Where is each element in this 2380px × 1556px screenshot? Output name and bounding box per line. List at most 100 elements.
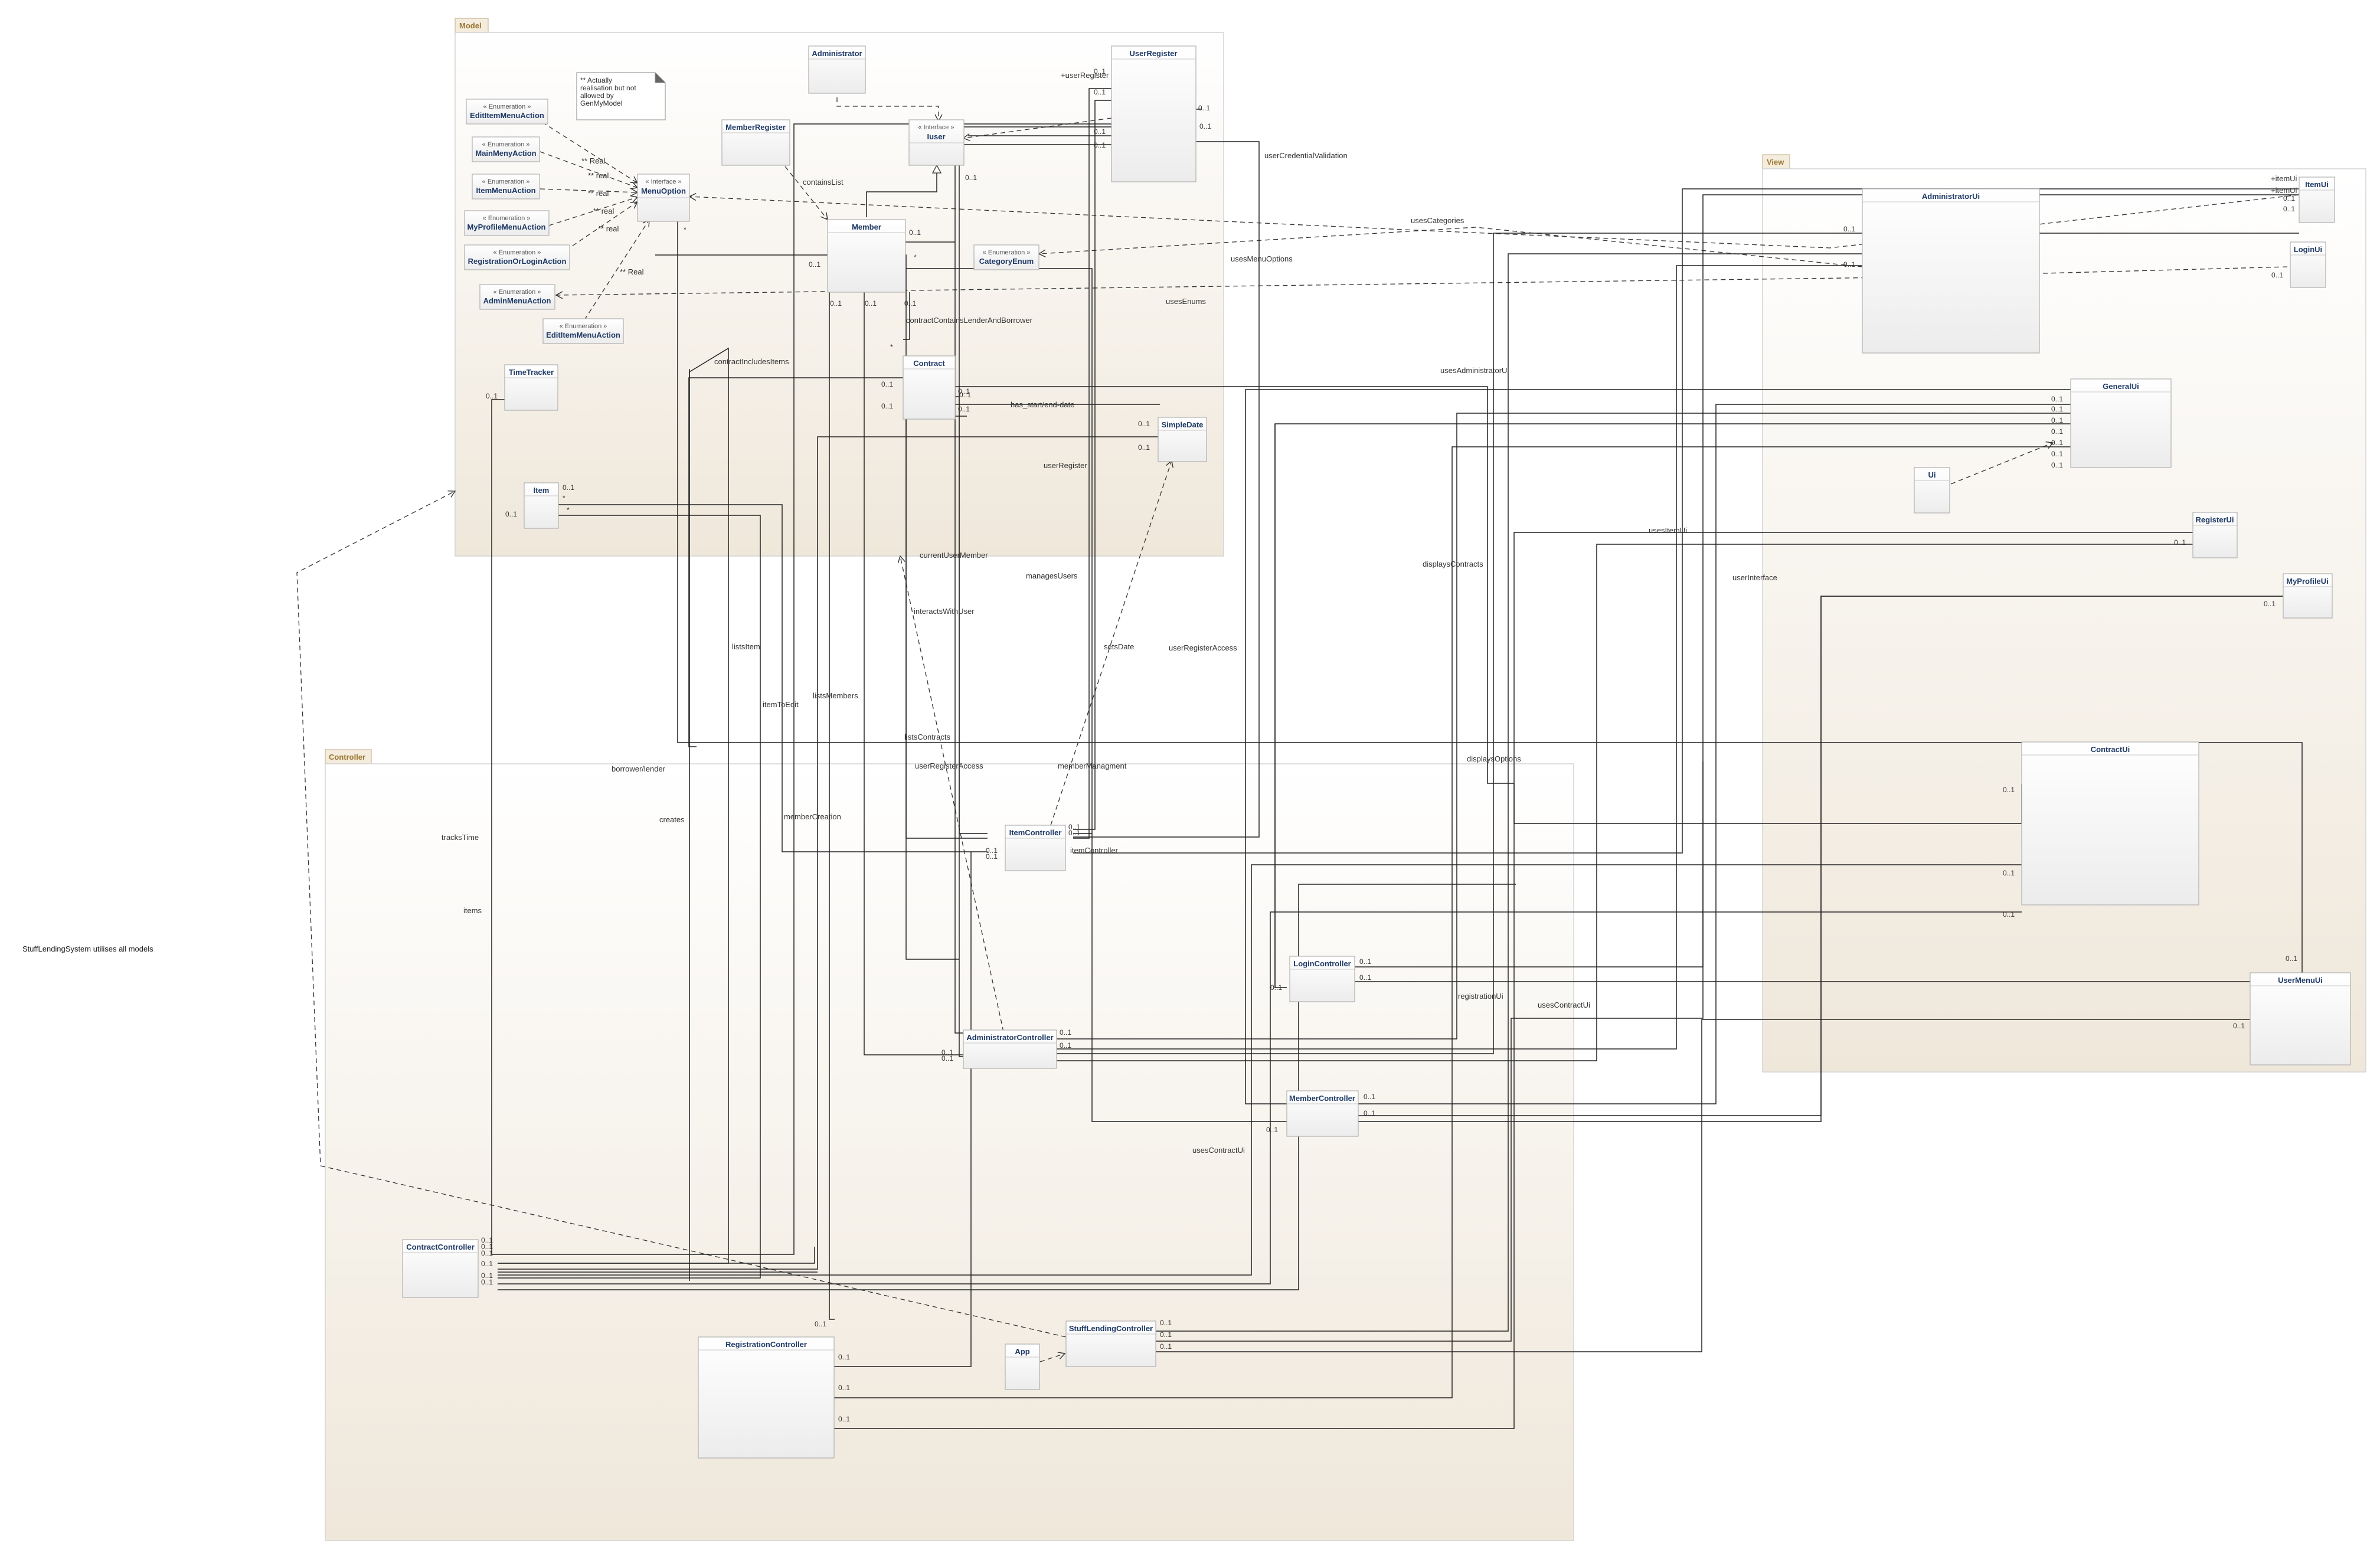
interface-iuser-stereotype: « Interface »	[918, 124, 954, 131]
uml-class-diagram: Model View Controller ** Actually realis…	[22, 18, 2366, 1541]
class-general-ui[interactable]: GeneralUi	[2070, 378, 2172, 468]
class-ui[interactable]: Ui	[1914, 467, 1950, 514]
edge-label-real-2: ** real	[588, 171, 609, 180]
class-simple-date[interactable]: SimpleDate	[1158, 417, 1207, 462]
multiplicity: 0..1	[1364, 1109, 1375, 1117]
edge-label-borrower-lender: borrower/lender	[612, 764, 666, 773]
class-general-ui-name: GeneralUi	[2103, 382, 2139, 391]
interface-menu-option-name: MenuOption	[641, 187, 686, 195]
note-line-3: allowed by	[580, 91, 614, 100]
edge-label-uses-contract-ui-2: usesContractUi	[1192, 1146, 1245, 1155]
enum-main-meny-action[interactable]: « Enumeration » MainMenyAction	[472, 136, 540, 162]
class-item-name: Item	[534, 486, 550, 495]
multiplicity: 0..1	[1068, 829, 1080, 837]
edge-label-displays-options: displaysOptions	[1467, 754, 1521, 763]
multiplicity: 0..1	[2003, 786, 2015, 794]
multiplicity: 0..1	[838, 1384, 850, 1392]
class-item-controller[interactable]: ItemController	[1005, 825, 1066, 871]
class-member-register[interactable]: MemberRegister	[721, 119, 790, 166]
edge-label-registration-ui: registrationUi	[1458, 992, 1503, 1001]
package-controller[interactable]: Controller	[325, 749, 1574, 1541]
multiplicity: *	[563, 494, 565, 502]
multiplicity: *	[567, 506, 570, 514]
enum-item-menu-action[interactable]: « Enumeration » ItemMenuAction	[472, 174, 540, 200]
class-login-controller[interactable]: LoginController	[1289, 956, 1355, 1002]
enum-edit-item-menu-action-stereotype: « Enumeration »	[483, 103, 531, 110]
edge-label-uses-contract-ui-1: usesContractUi	[1538, 1001, 1590, 1009]
edge-label-current-user-member: currentUserMember	[920, 551, 988, 560]
class-stuff-lending-controller[interactable]: StuffLendingController	[1065, 1320, 1156, 1367]
multiplicity: 0..1	[1094, 67, 1106, 76]
edge-label-real-6: ** Real	[620, 267, 644, 276]
class-login-ui[interactable]: LoginUi	[2290, 241, 2326, 288]
note-genmymodel: ** Actually realisation but not allowed …	[576, 72, 666, 120]
multiplicity: 0..1	[830, 299, 842, 308]
multiplicity: 0..1	[1138, 443, 1150, 452]
interface-iuser[interactable]: « Interface » Iuser	[908, 119, 965, 166]
multiplicity: 0..1	[1359, 973, 1371, 982]
edge-label-item-ui-role: +itemUi	[2271, 174, 2297, 183]
class-administrator-name: Administrator	[812, 49, 862, 58]
class-member-controller-name: MemberController	[1289, 1094, 1355, 1103]
multiplicity: 0..1	[2264, 600, 2276, 608]
class-ui-name: Ui	[1928, 470, 1936, 479]
multiplicity: *	[914, 253, 917, 261]
class-login-ui-name: LoginUi	[2294, 245, 2322, 254]
edge-label-item-ui-role-2: +itemUi	[2271, 186, 2297, 195]
enum-my-profile-menu-action[interactable]: « Enumeration » MyProfileMenuAction	[464, 210, 550, 236]
multiplicity: 0..1	[1364, 1093, 1375, 1101]
class-member[interactable]: Member	[827, 219, 906, 293]
edge-label-displays-contracts: displaysContracts	[1423, 560, 1483, 568]
enum-edit-item-menu-action-2[interactable]: « Enumeration » EditItemMenuAction	[542, 318, 624, 344]
package-controller-label: Controller	[329, 753, 365, 761]
note-line-1: ** Actually	[580, 76, 612, 84]
multiplicity: 0..1	[986, 852, 998, 861]
class-registration-controller-name: RegistrationController	[725, 1340, 807, 1349]
class-member-register-name: MemberRegister	[725, 123, 786, 132]
class-registration-controller[interactable]: RegistrationController	[698, 1336, 835, 1459]
class-member-name: Member	[852, 223, 881, 231]
edge-label-tracks-time: tracksTime	[442, 833, 479, 842]
class-contract-ui[interactable]: ContractUi	[2021, 741, 2199, 906]
multiplicity: 0..1	[2271, 271, 2283, 279]
class-app-name: App	[1015, 1347, 1029, 1356]
class-item-ui[interactable]: ItemUi	[2299, 176, 2335, 223]
class-member-controller[interactable]: MemberController	[1286, 1090, 1359, 1137]
edge-label-contains-list: containsList	[803, 178, 844, 187]
edge-label-sets-date: setsDate	[1104, 642, 1134, 651]
multiplicity: 0..1	[2174, 538, 2186, 547]
enum-registration-or-login-action[interactable]: « Enumeration » RegistrationOrLoginActio…	[464, 244, 570, 270]
enum-my-profile-menu-action-name: MyProfileMenuAction	[468, 223, 546, 231]
note-line-2: realisation but not	[580, 84, 636, 92]
class-item-controller-name: ItemController	[1009, 828, 1062, 837]
enum-edit-item-menu-action[interactable]: « Enumeration » EditItemMenuAction	[466, 99, 548, 125]
class-my-profile-ui[interactable]: MyProfileUi	[2283, 573, 2333, 619]
class-contract[interactable]: Contract	[903, 355, 956, 420]
edge-label-contract-contains: contractContainsLenderAndBorrower	[906, 316, 1033, 325]
enum-category-enum[interactable]: « Enumeration » CategoryEnum	[973, 244, 1039, 270]
class-user-menu-ui[interactable]: UserMenuUi	[2250, 972, 2351, 1065]
class-app[interactable]: App	[1005, 1343, 1040, 1390]
package-view[interactable]: View	[1762, 154, 2366, 1073]
class-user-register[interactable]: UserRegister	[1111, 45, 1196, 182]
class-item[interactable]: Item	[524, 482, 559, 529]
package-view-label: View	[1767, 158, 1784, 166]
multiplicity: 0..1	[959, 391, 971, 399]
multiplicity: 0..1	[2051, 405, 2063, 413]
class-administrator[interactable]: Administrator	[808, 45, 866, 94]
edge-label-member-managment: memberManagment	[1058, 761, 1127, 770]
class-contract-controller[interactable]: ContractController	[402, 1239, 479, 1298]
class-time-tracker[interactable]: TimeTracker	[504, 364, 558, 411]
class-administrator-ui[interactable]: AdministratorUi	[1862, 188, 2040, 354]
class-simple-date-name: SimpleDate	[1162, 420, 1204, 429]
class-register-ui[interactable]: RegisterUi	[2192, 512, 2238, 558]
edge-label-uses-categories: usesCategories	[1411, 216, 1464, 225]
edge-label-user-register-access-2: userRegisterAccess	[915, 761, 983, 770]
enum-admin-menu-action[interactable]: « Enumeration » AdminMenuAction	[479, 284, 555, 310]
interface-menu-option[interactable]: « Interface » MenuOption	[637, 174, 690, 222]
class-user-register-name: UserRegister	[1130, 49, 1178, 58]
edge-label-user-credential-validation: userCredentialValidation	[1264, 151, 1348, 160]
multiplicity: 0..1	[909, 228, 921, 237]
multiplicity: 0..1	[481, 1278, 493, 1286]
class-administrator-controller[interactable]: AdministratorController	[963, 1029, 1057, 1069]
